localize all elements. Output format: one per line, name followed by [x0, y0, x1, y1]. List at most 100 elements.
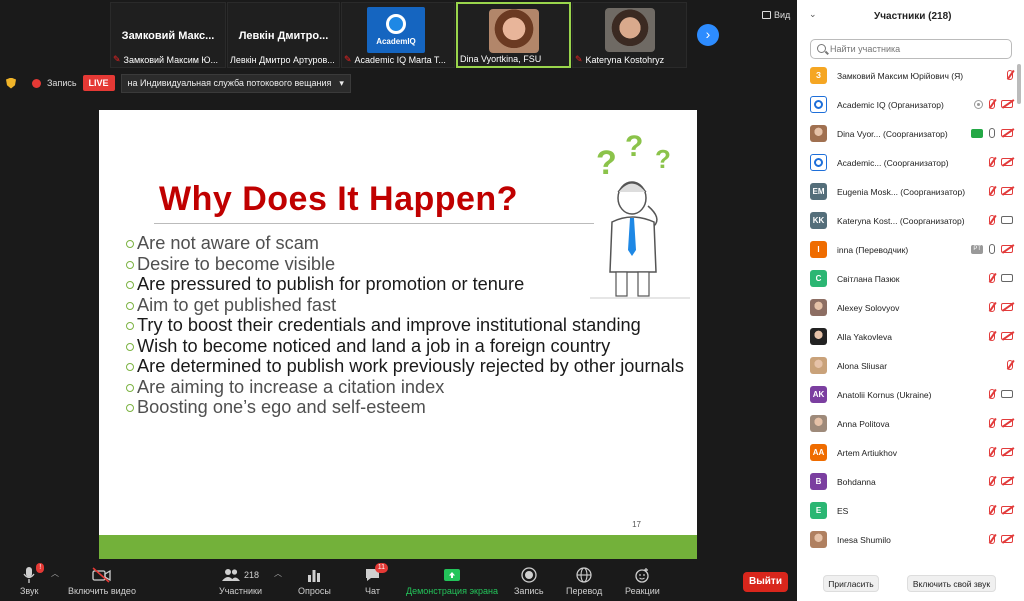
participant-status-icons — [989, 215, 1013, 225]
microphone-icon[interactable] — [989, 128, 995, 138]
video-off-icon[interactable] — [1001, 477, 1013, 485]
participant-row[interactable]: З Замковий Максим Юрійович (Я) — [797, 62, 1019, 91]
slide-bullet: Wish to become noticed and land a job in… — [126, 336, 686, 357]
participant-row[interactable]: B Bohdanna — [797, 468, 1019, 497]
participant-row[interactable]: EM Eugenia Mosk... (Соорганизатор) — [797, 178, 1019, 207]
video-off-icon[interactable] — [1001, 332, 1013, 340]
participants-options-caret[interactable]: ︿ — [274, 568, 282, 579]
video-off-icon[interactable] — [1001, 245, 1013, 253]
status-bar: Запись LIVE на Индивидуальная служба пот… — [6, 73, 351, 93]
mic-off-icon[interactable] — [989, 534, 995, 544]
video-icon[interactable] — [1001, 390, 1013, 398]
leave-button[interactable]: Выйти — [743, 572, 788, 592]
mic-off-icon[interactable] — [989, 99, 995, 109]
participant-row[interactable]: AA Artem Artiukhov — [797, 439, 1019, 468]
reactions-button[interactable]: Реакции — [625, 566, 660, 596]
mic-off-icon[interactable] — [1007, 70, 1013, 80]
unmute-me-button[interactable]: Включить свой звук — [907, 575, 996, 592]
invite-button[interactable]: Пригласить — [823, 575, 879, 592]
mic-off-icon[interactable] — [989, 273, 995, 283]
video-off-icon[interactable] — [1001, 419, 1013, 427]
mic-off-icon[interactable] — [1007, 360, 1013, 370]
participant-row[interactable]: Anna Politova — [797, 410, 1019, 439]
participant-row[interactable]: Alona Sliusar — [797, 352, 1019, 381]
chevron-down-icon: ▾ — [339, 77, 344, 88]
video-off-icon[interactable] — [1001, 187, 1013, 195]
participant-row[interactable]: Academic IQ (Организатор) — [797, 91, 1019, 120]
video-off-icon[interactable] — [1001, 448, 1013, 456]
video-icon[interactable] — [1001, 216, 1013, 224]
next-page-button[interactable]: › — [697, 24, 719, 46]
participant-name: Замковий Максим Юрійович (Я) — [837, 71, 964, 81]
participant-row[interactable]: E ES — [797, 497, 1019, 526]
chat-button[interactable]: 11 Чат — [365, 563, 388, 596]
video-label: Включить видео — [68, 586, 136, 596]
mic-off-icon[interactable] — [989, 447, 995, 457]
video-off-icon[interactable] — [1001, 506, 1013, 514]
audio-options-caret[interactable]: ︿ — [51, 568, 59, 579]
mic-off-icon[interactable] — [989, 331, 995, 341]
video-off-icon[interactable] — [1001, 129, 1013, 137]
mic-off-icon[interactable] — [989, 389, 995, 399]
participant-row[interactable]: KK Kateryna Kost... (Соорганизатор) — [797, 207, 1019, 236]
grid-view-icon — [762, 11, 771, 19]
video-off-icon[interactable] — [1001, 100, 1013, 108]
svg-text:?: ? — [655, 144, 671, 174]
audio-button[interactable]: ! Звук — [20, 563, 45, 596]
shield-icon[interactable] — [6, 77, 16, 89]
chevron-down-icon[interactable]: ⌄ — [809, 9, 817, 20]
video-thumbnail-active-speaker[interactable]: Dina Vyortkina, FSU — [456, 2, 571, 68]
participant-status-icons — [989, 476, 1013, 486]
participant-name: Dina Vyor... (Соорганизатор) — [837, 129, 948, 139]
participants-scrollbar[interactable] — [1017, 64, 1021, 104]
mic-off-icon[interactable] — [989, 476, 995, 486]
participant-row[interactable]: AK Anatolii Kornus (Ukraine) — [797, 381, 1019, 410]
mic-off-icon[interactable] — [989, 505, 995, 515]
video-thumbnail[interactable]: AcademIQ ✎ Academic IQ Marta T... — [341, 2, 455, 68]
video-off-icon[interactable] — [1001, 303, 1013, 311]
participant-status-icons: PT — [971, 244, 1013, 254]
participant-row[interactable]: Dina Vyor... (Соорганизатор) — [797, 120, 1019, 149]
avatar: С — [810, 270, 827, 287]
slide-footer-bar — [99, 535, 697, 559]
mic-off-icon[interactable] — [989, 215, 995, 225]
participant-row[interactable]: Alexey Solovyov — [797, 294, 1019, 323]
participant-row[interactable]: Academic... (Соорганизатор) — [797, 149, 1019, 178]
participant-row[interactable]: С Світлана Пазюк — [797, 265, 1019, 294]
translation-button[interactable]: Перевод — [566, 566, 602, 596]
video-thumbnail[interactable]: ✎ Kateryna Kostohryz — [572, 2, 687, 68]
participant-row[interactable]: Iinna (Переводчик) PT — [797, 236, 1019, 265]
mic-off-icon[interactable] — [989, 157, 995, 167]
stream-target-dropdown[interactable]: на Индивидуальная служба потокового веща… — [120, 73, 351, 93]
participants-button[interactable]: 218 Участники — [219, 566, 262, 596]
video-icon[interactable] — [1001, 274, 1013, 282]
thumbnail-caption: ✎ Kateryna Kostohryz — [575, 54, 664, 65]
smiley-icon — [635, 568, 650, 583]
video-thumbnail[interactable]: Замковий Макс... ✎ Замковий Максим Ю... — [110, 2, 226, 68]
video-off-icon[interactable] — [1001, 158, 1013, 166]
participant-video — [604, 8, 655, 52]
share-screen-button[interactable]: Демонстрация экрана — [406, 566, 498, 596]
video-off-icon[interactable] — [1001, 535, 1013, 543]
polls-button[interactable]: Опросы — [298, 566, 331, 596]
share-screen-icon[interactable] — [971, 128, 983, 138]
participant-row[interactable]: Alla Yakovleva — [797, 323, 1019, 352]
avatar-photo — [810, 531, 827, 548]
live-badge[interactable]: LIVE — [82, 75, 115, 91]
record-button[interactable]: Запись — [514, 566, 544, 596]
video-thumbnail[interactable]: Левкін Дмитро... Левкін Дмитро Артуров..… — [227, 2, 340, 68]
mic-off-icon: ✎ — [113, 54, 121, 64]
recording-label: Запись — [47, 78, 77, 88]
mic-off-icon[interactable] — [989, 302, 995, 312]
participant-row[interactable]: Inesa Shumilo — [797, 526, 1019, 555]
mic-off-icon[interactable] — [989, 418, 995, 428]
svg-text:?: ? — [596, 144, 617, 182]
thumbnail-caption-text: Kateryna Kostohryz — [585, 54, 665, 65]
view-switch[interactable]: Вид — [762, 10, 790, 20]
start-video-button[interactable]: Включить видео — [68, 566, 136, 596]
participant-search-input[interactable] — [810, 39, 1012, 59]
microphone-icon[interactable] — [989, 244, 995, 254]
participant-status-icons — [989, 157, 1013, 167]
mic-off-icon[interactable] — [989, 186, 995, 196]
participant-name: Artem Artiukhov — [837, 448, 897, 458]
